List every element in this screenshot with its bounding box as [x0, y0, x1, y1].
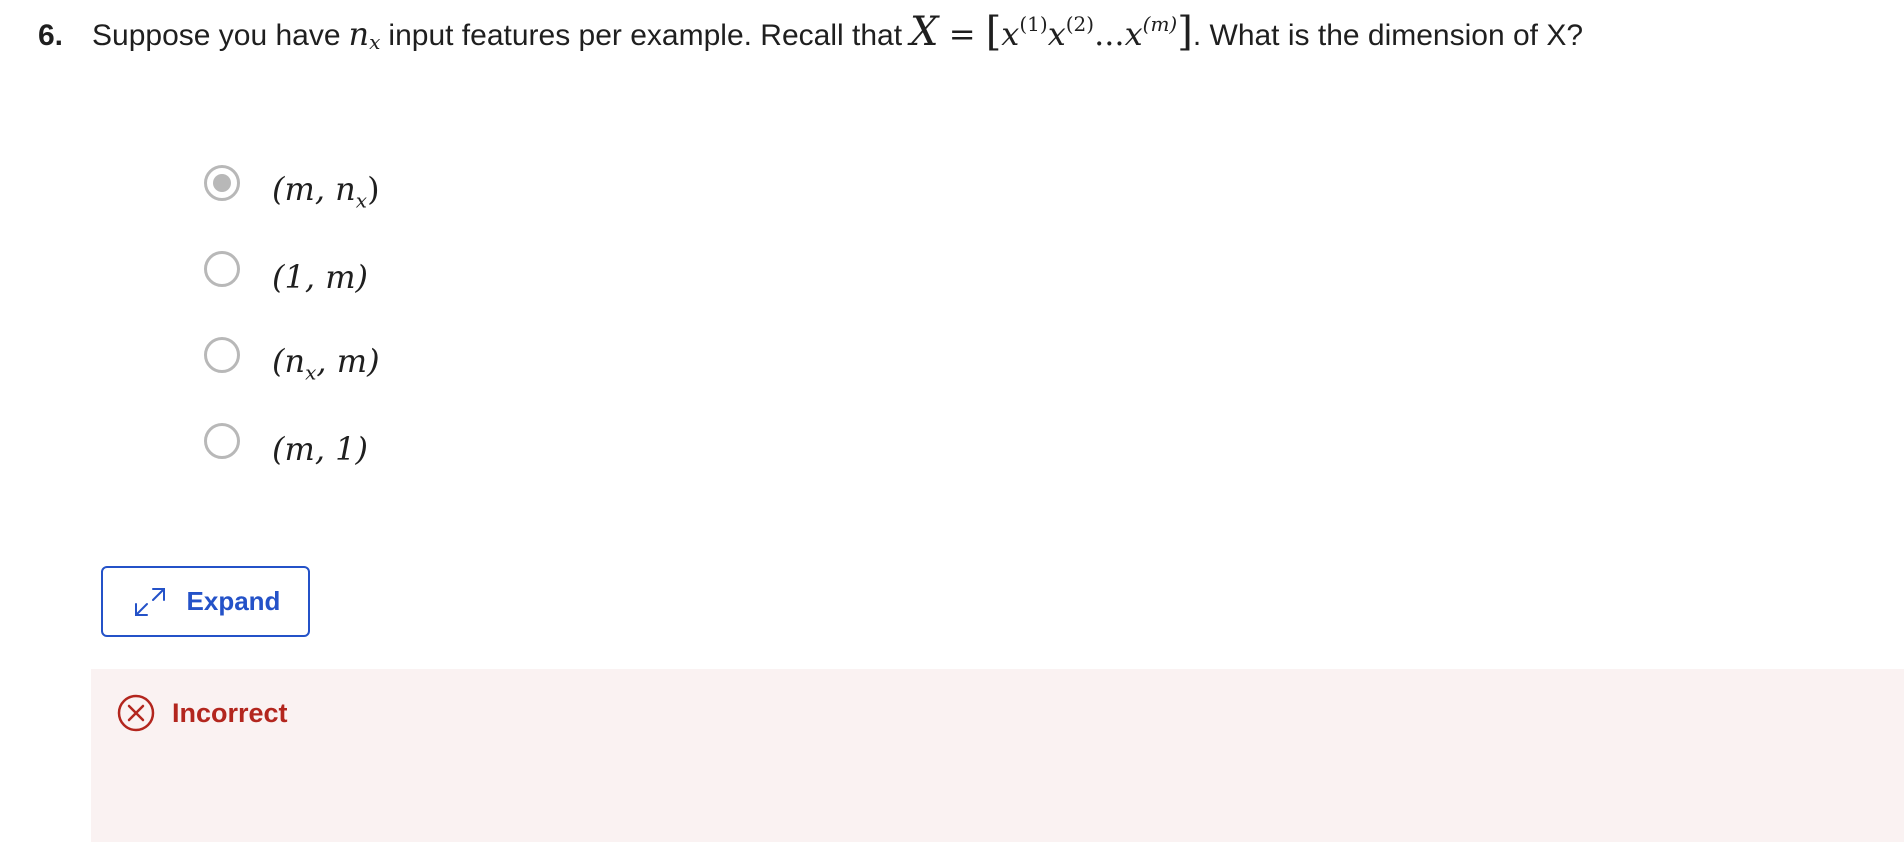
option-label: (1, m): [272, 258, 369, 296]
option-2[interactable]: (1, m): [204, 234, 380, 320]
question-text-middle: input features per example. Recall that: [388, 19, 903, 52]
feedback-status-label: Incorrect: [172, 697, 288, 728]
question-text: Suppose you have nx input features per e…: [92, 6, 1583, 62]
feedback-panel: Incorrect: [91, 669, 1904, 842]
radio-button[interactable]: [204, 251, 240, 287]
quiz-page: 6. Suppose you have nx input features pe…: [0, 0, 1904, 842]
radio-button[interactable]: [204, 423, 240, 459]
option-1[interactable]: (m, nx): [204, 148, 380, 234]
math-n-x: nx: [348, 15, 381, 54]
question-number: 6.: [38, 19, 64, 52]
option-3[interactable]: (nx, m): [204, 320, 380, 406]
option-4[interactable]: (m, 1): [204, 406, 380, 492]
math-X-equation: X = [x(1)x(2)...x(m)]: [910, 9, 1193, 55]
question: 6. Suppose you have nx input features pe…: [38, 6, 1583, 62]
feedback-status: Incorrect: [116, 693, 288, 733]
expand-label: Expand: [186, 586, 281, 616]
expand-button[interactable]: Expand: [101, 566, 310, 637]
option-label: (m, 1): [272, 430, 369, 468]
radio-button-selected[interactable]: [204, 165, 240, 201]
x-circle-icon: [116, 693, 156, 733]
answer-options: (m, nx) (1, m) (nx, m) (m, 1): [204, 148, 380, 492]
expand-arrows-icon: [131, 583, 169, 621]
option-label: (nx, m): [272, 341, 380, 385]
question-text-after: . What is the dimension of X?: [1192, 19, 1584, 52]
option-label: (m, nx): [272, 169, 380, 213]
question-text-before: Suppose you have: [92, 19, 341, 52]
radio-button[interactable]: [204, 337, 240, 373]
